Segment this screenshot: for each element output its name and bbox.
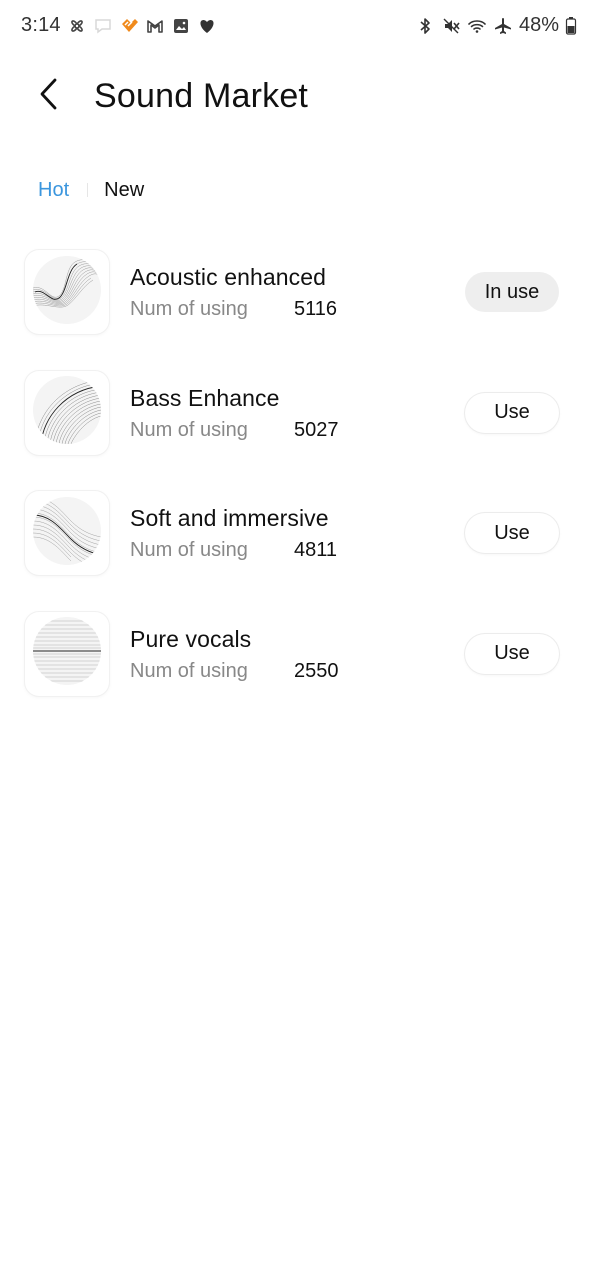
- chat-bubble-icon: [93, 15, 113, 37]
- pinwheel-icon: [67, 15, 87, 37]
- item-count: 2550: [294, 659, 339, 682]
- status-time: 3:14: [21, 14, 61, 36]
- use-button[interactable]: Use: [465, 392, 559, 433]
- mute-icon: [441, 15, 461, 37]
- tab-hot[interactable]: Hot: [38, 178, 69, 202]
- page-title: Sound Market: [94, 77, 309, 115]
- item-meta-label: Num of using: [130, 298, 248, 320]
- item-name: Bass Enhance: [130, 384, 280, 411]
- item-count: 5116: [294, 298, 338, 320]
- thumbnail: [25, 491, 109, 575]
- thumbnail: [25, 370, 109, 455]
- heart-icon: [197, 15, 217, 37]
- use-button[interactable]: Use: [465, 513, 559, 553]
- back-button[interactable]: [28, 76, 68, 116]
- status-bar: 3:14 48%: [0, 0, 597, 54]
- item-meta-label: Num of using: [130, 418, 248, 441]
- gallery-icon: [171, 15, 191, 37]
- battery-percent: 48%: [518, 14, 559, 36]
- soft-wave-icon: [31, 495, 103, 572]
- header: Sound Market: [0, 60, 597, 134]
- item-name: Soft and immersive: [130, 505, 329, 531]
- list-item[interactable]: Soft and immersive Num of using 4811 Use: [0, 489, 597, 610]
- thumbnail: [25, 250, 109, 334]
- chevron-left-icon: [37, 77, 59, 116]
- vocals-wave-icon: [31, 615, 103, 692]
- heart-app-icon: [119, 15, 139, 37]
- item-name: Pure vocals: [130, 625, 252, 652]
- status-right: 48%: [415, 14, 577, 37]
- use-button[interactable]: Use: [465, 633, 559, 674]
- tab-bar: Hot New: [38, 178, 144, 202]
- wifi-icon: [467, 15, 487, 37]
- sound-list: Acoustic enhanced Num of using 5116 In u…: [0, 248, 597, 730]
- bluetooth-icon: [415, 15, 435, 37]
- in-use-button[interactable]: In use: [465, 272, 559, 312]
- tab-new[interactable]: New: [104, 178, 144, 202]
- status-left: 3:14: [21, 14, 217, 37]
- item-meta-label: Num of using: [130, 659, 248, 682]
- item-count: 4811: [294, 539, 338, 561]
- list-item[interactable]: Pure vocals Num of using 2550 Use: [0, 610, 597, 731]
- acoustic-wave-icon: [31, 254, 103, 331]
- tab-divider: [87, 183, 89, 197]
- gmail-icon: [145, 15, 165, 37]
- battery-icon: [565, 15, 577, 37]
- list-item[interactable]: Bass Enhance Num of using 5027 Use: [0, 369, 597, 490]
- list-item[interactable]: Acoustic enhanced Num of using 5116 In u…: [0, 248, 597, 369]
- item-name: Acoustic enhanced: [130, 264, 327, 290]
- airplane-icon: [493, 15, 513, 37]
- bass-wave-icon: [31, 374, 103, 451]
- item-meta-label: Num of using: [130, 539, 248, 561]
- thumbnail: [25, 611, 109, 696]
- item-count: 5027: [294, 418, 339, 441]
